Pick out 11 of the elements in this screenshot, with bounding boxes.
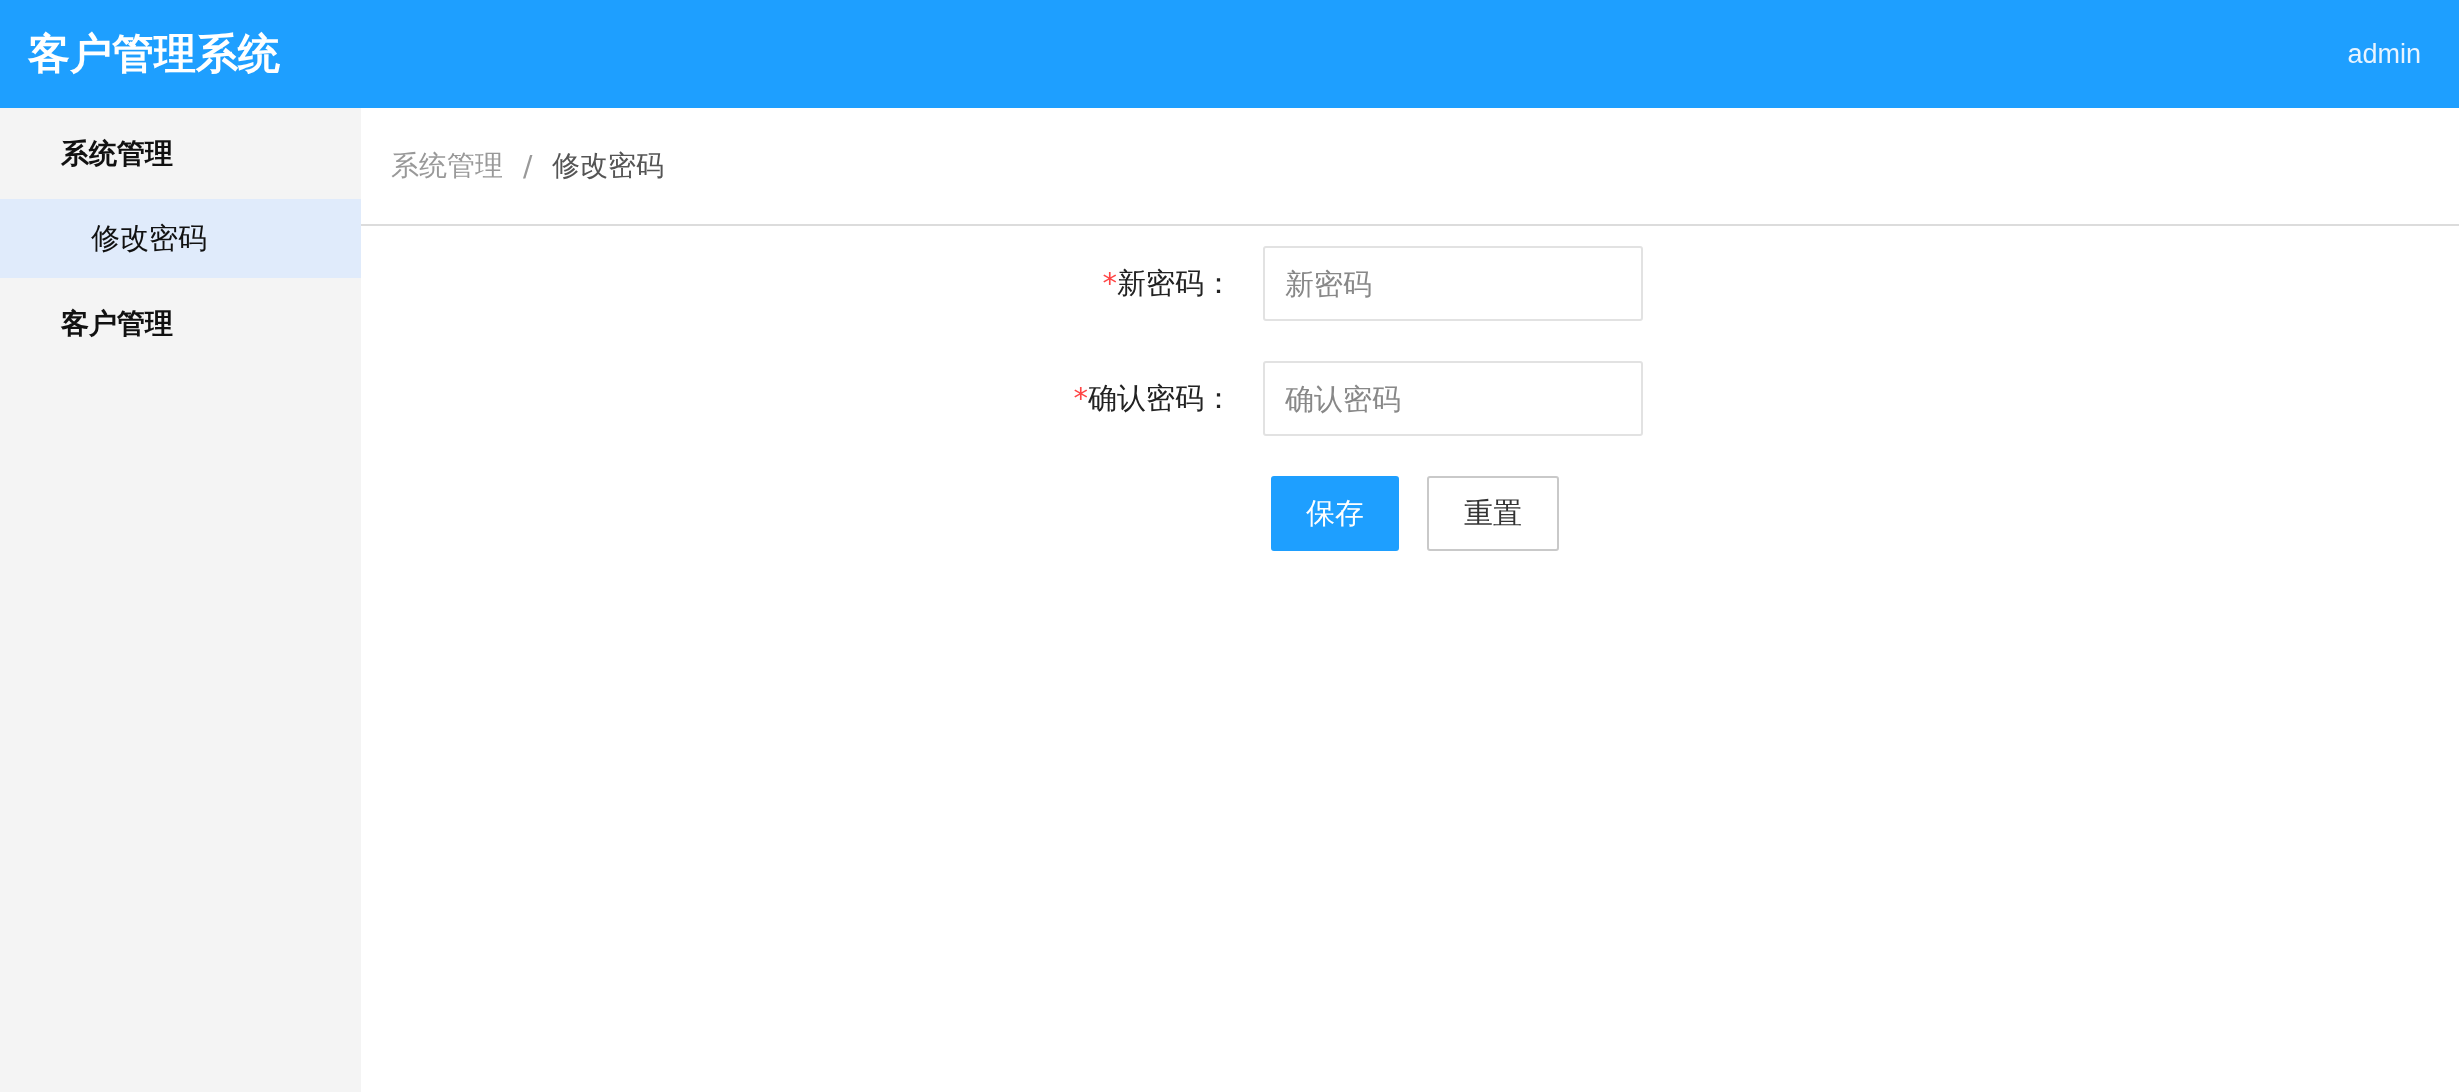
breadcrumb-item: 修改密码 (552, 148, 665, 184)
menu-group-title[interactable]: 客户管理 (0, 278, 361, 369)
password-field[interactable]: 确认密码 (1263, 361, 1643, 436)
menu-group-title[interactable]: 系统管理 (0, 108, 361, 199)
field-label: *确认密码： (1072, 379, 1233, 417)
breadcrumb-separator: / (523, 149, 533, 183)
password-field[interactable]: 新密码 (1263, 246, 1643, 321)
reset-button[interactable]: 重置 (1427, 476, 1559, 551)
app-title: 客户管理系统 (28, 28, 280, 80)
menu-item[interactable]: 修改密码 (0, 199, 361, 278)
field-label: *新密码： (1101, 264, 1233, 302)
